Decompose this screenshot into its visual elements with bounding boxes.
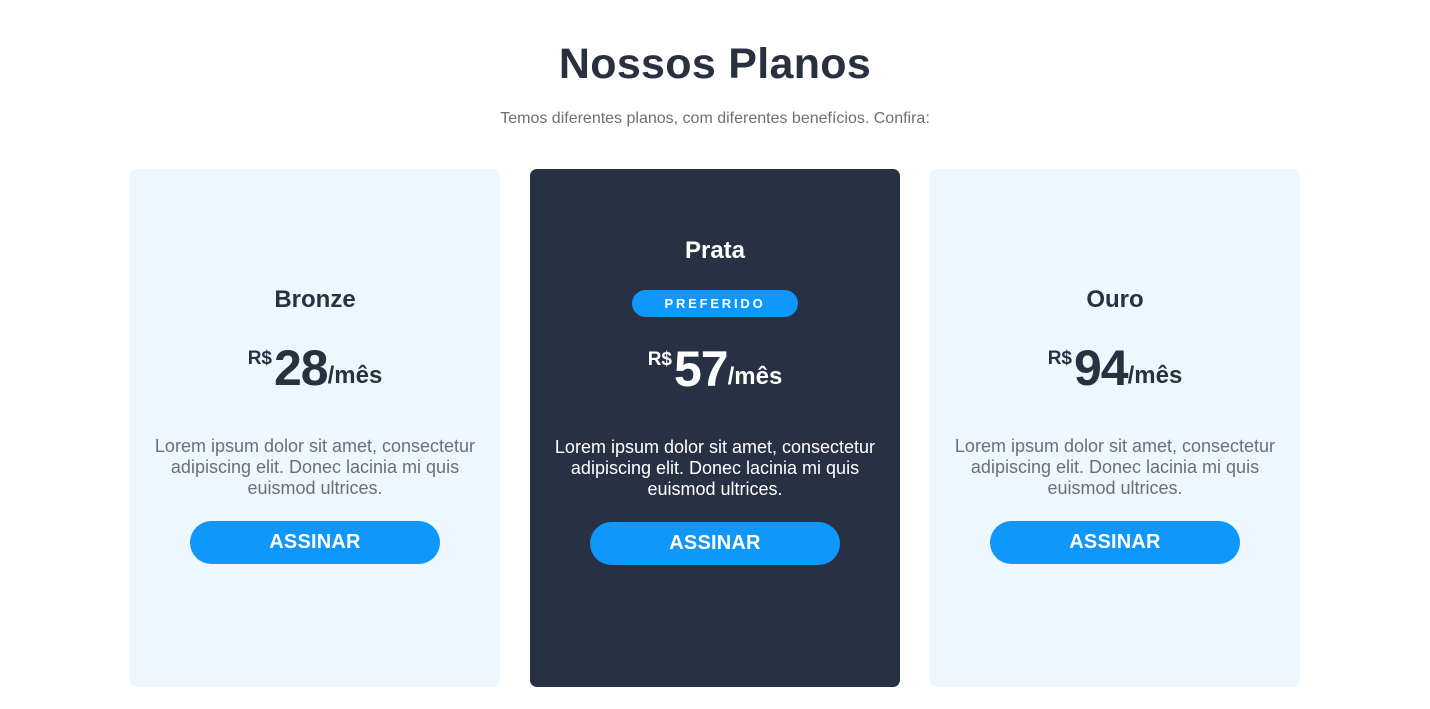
plan-card-ouro: Ouro R$ 94 /mês Lorem ipsum dolor sit am…	[930, 169, 1300, 687]
plan-description: Lorem ipsum dolor sit amet, consectetur …	[554, 437, 876, 499]
plan-price: R$ 57 /mês	[648, 343, 783, 397]
page-subtitle: Temos diferentes planos, com diferentes …	[500, 110, 930, 127]
plan-card-bronze: Bronze R$ 28 /mês Lorem ipsum dolor sit …	[130, 169, 500, 687]
page-title: Nossos Planos	[558, 40, 872, 88]
price-period: /mês	[1127, 362, 1183, 389]
plan-name: Bronze	[274, 286, 356, 313]
price-currency: R$	[247, 348, 272, 369]
subscribe-button-prata[interactable]: ASSINAR	[590, 522, 840, 565]
plan-card-content: Bronze R$ 28 /mês Lorem ipsum dolor sit …	[130, 285, 500, 564]
price-currency: R$	[647, 349, 672, 370]
subscribe-button-ouro[interactable]: ASSINAR	[990, 521, 1240, 564]
plan-price: R$ 94 /mês	[1048, 342, 1183, 396]
plan-name: Ouro	[1086, 286, 1144, 313]
plan-card-prata: Prata PREFERIDO R$ 57 /mês Lorem ipsum d…	[530, 169, 900, 687]
plan-price: R$ 28 /mês	[248, 342, 383, 396]
subscribe-button-bronze[interactable]: ASSINAR	[190, 521, 440, 564]
price-period: /mês	[727, 363, 783, 390]
plan-name: Prata	[684, 237, 746, 264]
price-amount: 94	[1073, 340, 1129, 396]
plan-description: Lorem ipsum dolor sit amet, consectetur …	[154, 436, 476, 498]
price-currency: R$	[1047, 348, 1072, 369]
price-period: /mês	[327, 362, 383, 389]
price-amount: 28	[273, 340, 329, 396]
price-amount: 57	[673, 341, 729, 397]
preferred-badge: PREFERIDO	[632, 290, 798, 317]
pricing-section: Nossos Planos Temos diferentes planos, c…	[0, 0, 1430, 709]
plan-description: Lorem ipsum dolor sit amet, consectetur …	[954, 436, 1276, 498]
plan-card-content: Prata PREFERIDO R$ 57 /mês Lorem ipsum d…	[530, 236, 900, 565]
plan-card-content: Ouro R$ 94 /mês Lorem ipsum dolor sit am…	[930, 285, 1300, 564]
